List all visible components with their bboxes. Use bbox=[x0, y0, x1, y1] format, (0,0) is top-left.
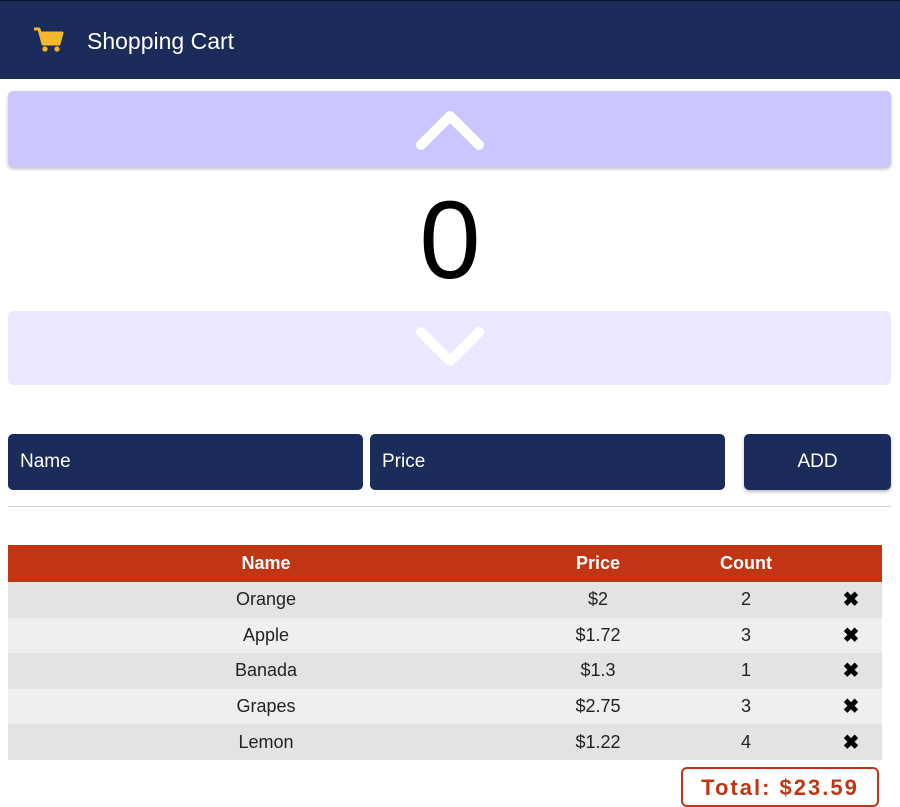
close-icon: ✖ bbox=[842, 624, 860, 647]
divider bbox=[8, 506, 891, 507]
item-name: Banada bbox=[234, 660, 298, 681]
close-icon: ✖ bbox=[842, 589, 860, 612]
item-count: 3 bbox=[740, 624, 751, 645]
delete-button[interactable]: ✖ bbox=[820, 653, 882, 689]
item-name: Grapes bbox=[236, 696, 296, 717]
close-icon: ✖ bbox=[842, 660, 860, 683]
item-name: Orange bbox=[235, 589, 297, 610]
item-name: Lemon bbox=[238, 731, 294, 752]
item-price: $2 bbox=[587, 589, 609, 610]
column-header-count: Count bbox=[720, 553, 772, 573]
delete-button[interactable]: ✖ bbox=[820, 582, 882, 618]
item-price: $1.22 bbox=[575, 731, 621, 752]
table-row: Apple $1.72 3 ✖ bbox=[8, 617, 882, 654]
name-input[interactable] bbox=[8, 434, 363, 490]
delete-button[interactable]: ✖ bbox=[820, 724, 882, 760]
column-header-price: Price bbox=[575, 553, 621, 573]
shopping-cart-icon bbox=[34, 27, 64, 52]
item-price: $2.75 bbox=[575, 696, 621, 717]
table-row: Lemon $1.22 4 ✖ bbox=[8, 724, 882, 760]
delete-button[interactable]: ✖ bbox=[820, 618, 882, 654]
item-name: Apple bbox=[242, 624, 290, 645]
app-header: Shopping Cart bbox=[0, 0, 900, 79]
cart-table: Name Price Count Orange $2 2 ✖ Apple $1.… bbox=[8, 545, 882, 760]
chevron-up-icon bbox=[415, 111, 484, 150]
increment-button[interactable] bbox=[8, 91, 891, 167]
price-input[interactable] bbox=[370, 434, 725, 490]
item-count: 2 bbox=[740, 589, 751, 610]
app-title: Shopping Cart bbox=[87, 28, 235, 54]
close-icon: ✖ bbox=[842, 696, 860, 719]
decrement-button[interactable] bbox=[8, 311, 891, 385]
chevron-down-icon bbox=[415, 327, 484, 366]
table-row: Banada $1.3 1 ✖ bbox=[8, 653, 882, 689]
delete-button[interactable]: ✖ bbox=[820, 689, 882, 725]
close-icon: ✖ bbox=[842, 731, 860, 754]
item-count: 4 bbox=[740, 731, 751, 752]
column-header-name: Name bbox=[241, 553, 291, 573]
item-price: $1.3 bbox=[580, 660, 616, 681]
item-count: 1 bbox=[740, 660, 751, 681]
counter-value: 0 bbox=[419, 179, 481, 302]
add-button[interactable]: ADD bbox=[744, 434, 891, 490]
item-count: 3 bbox=[740, 696, 751, 717]
item-price: $1.72 bbox=[575, 624, 621, 645]
table-header: Name Price Count bbox=[8, 545, 882, 582]
table-row: Grapes $2.75 3 ✖ bbox=[8, 688, 882, 725]
total-badge: Total: $23.59 bbox=[681, 767, 879, 807]
table-row: Orange $2 2 ✖ bbox=[8, 582, 882, 618]
